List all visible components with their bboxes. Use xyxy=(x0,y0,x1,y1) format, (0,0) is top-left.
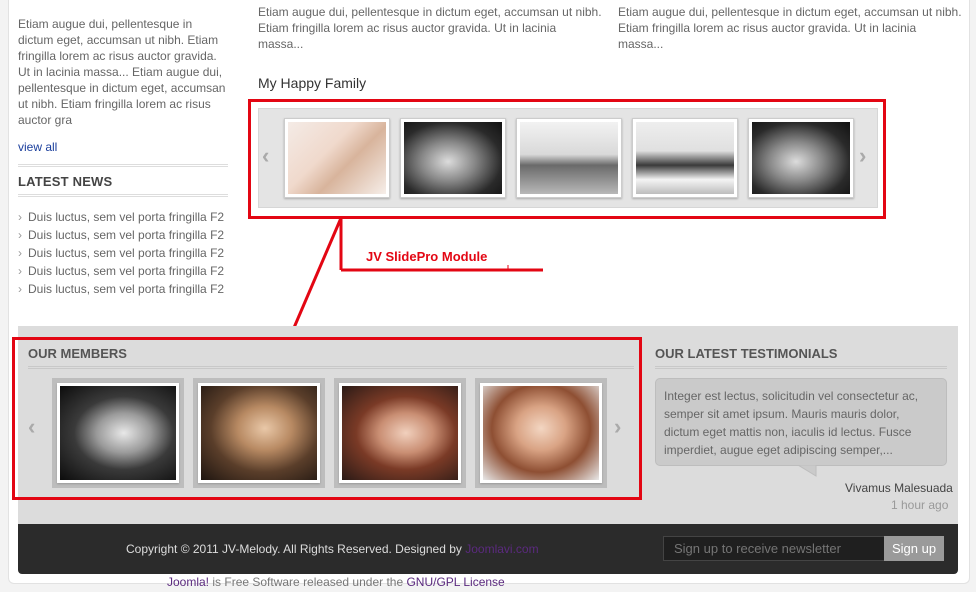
family-slider-title: My Happy Family xyxy=(258,75,367,91)
speech-tail xyxy=(798,465,817,477)
news-item[interactable]: Duis luctus, sem vel porta fringilla F2 xyxy=(18,208,224,226)
footer-copyright: Copyright © 2011 JV-Melody. All Rights R… xyxy=(126,542,539,556)
testimonials-heading: OUR LATEST TESTIMONIALS xyxy=(655,346,838,361)
license-link[interactable]: GNU/GPL License xyxy=(406,575,504,589)
footer: Copyright © 2011 JV-Melody. All Rights R… xyxy=(18,524,958,574)
view-all-link[interactable]: view all xyxy=(18,139,57,155)
divider xyxy=(655,366,947,369)
designer-link[interactable]: Joomlavi.com xyxy=(465,542,538,556)
article-teaser: Etiam augue dui, pellentesque in dictum … xyxy=(258,5,602,51)
news-item[interactable]: Duis luctus, sem vel porta fringilla F2 xyxy=(18,280,224,298)
annotation-label: JV SlidePro Module xyxy=(366,249,488,264)
copyright-text: Copyright © 2011 JV-Melody. All Rights R… xyxy=(126,542,462,556)
bottom-credit: Joomla! is Free Software released under … xyxy=(167,575,505,589)
highlight-frame-family xyxy=(248,99,886,219)
news-item[interactable]: Duis luctus, sem vel porta fringilla F2 xyxy=(18,262,224,280)
intro-paragraph: Etiam augue dui, pellentesque in dictum … xyxy=(18,17,226,127)
news-item[interactable]: Duis luctus, sem vel porta fringilla F2 xyxy=(18,226,224,244)
joomla-link[interactable]: Joomla! xyxy=(167,575,209,589)
testimonial-quote: Integer est lectus, solicitudin vel cons… xyxy=(655,378,947,466)
news-item[interactable]: Duis luctus, sem vel porta fringilla F2 xyxy=(18,244,224,262)
article-teaser: Etiam augue dui, pellentesque in dictum … xyxy=(618,5,962,51)
signup-button[interactable]: Sign up xyxy=(884,536,944,561)
testimonial-time: 1 hour ago xyxy=(891,498,949,512)
highlight-frame-members xyxy=(12,337,642,500)
testimonial-author: Vivamus Malesuada xyxy=(845,481,953,495)
divider xyxy=(18,164,228,167)
news-list: Duis luctus, sem vel porta fringilla F2 … xyxy=(18,208,224,298)
latest-news-heading: LATEST NEWS xyxy=(18,174,113,189)
divider xyxy=(18,194,228,197)
newsletter-input[interactable] xyxy=(663,536,885,561)
bottom-credit-text: is Free Software released under the xyxy=(209,575,407,589)
